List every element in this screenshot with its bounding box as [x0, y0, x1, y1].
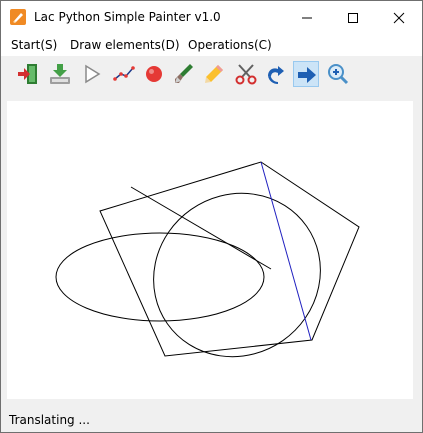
status-bar: Translating ...: [1, 408, 422, 432]
status-text: Translating ...: [9, 413, 90, 427]
rotate-arrow-icon: [268, 66, 284, 84]
exit-icon: [18, 64, 37, 84]
pencil-button[interactable]: [201, 61, 227, 87]
close-button[interactable]: [376, 1, 422, 34]
window-title: Lac Python Simple Painter v1.0: [34, 10, 221, 24]
selected-line-shape[interactable]: [260, 161, 312, 341]
toolbar: [1, 57, 422, 91]
app-window: Lac Python Simple Painter v1.0 Start(S) …: [0, 0, 423, 433]
move-right-arrow-icon: [298, 67, 316, 83]
circle-button[interactable]: [141, 61, 167, 87]
exit-button[interactable]: [15, 61, 41, 87]
brush-icon: [175, 64, 193, 83]
minimize-icon: [302, 17, 312, 19]
minimize-button[interactable]: [284, 1, 330, 34]
zoom-in-icon: [328, 64, 349, 85]
maximize-icon: [348, 13, 358, 23]
title-bar[interactable]: Lac Python Simple Painter v1.0: [1, 1, 422, 34]
rotate-button[interactable]: [263, 61, 289, 87]
save-button[interactable]: [47, 61, 73, 87]
cut-button[interactable]: [233, 61, 259, 87]
brush-button[interactable]: [171, 61, 197, 87]
play-triangle-icon: [85, 64, 101, 84]
save-download-icon: [50, 64, 70, 84]
tilted-ellipse-shape[interactable]: [121, 161, 352, 390]
menu-start[interactable]: Start(S): [11, 38, 57, 52]
canvas-drawing: [55, 161, 360, 390]
pencil-icon: [205, 65, 223, 83]
translate-button[interactable]: [293, 61, 319, 87]
menu-bar: Start(S) Draw elements(D) Operations(C): [1, 34, 422, 56]
scissors-icon: [235, 64, 257, 85]
polyline-button[interactable]: [111, 61, 137, 87]
red-circle-icon: [146, 66, 162, 82]
zoom-button[interactable]: [325, 61, 351, 87]
play-button[interactable]: [79, 61, 105, 87]
maximize-button[interactable]: [330, 1, 376, 34]
app-icon: [10, 9, 26, 25]
close-icon: [393, 12, 405, 24]
line-shape[interactable]: [130, 186, 272, 270]
menu-draw-elements[interactable]: Draw elements(D): [70, 38, 180, 52]
polyline-icon: [113, 66, 135, 81]
menu-operations[interactable]: Operations(C): [188, 38, 272, 52]
drawing-canvas[interactable]: [7, 101, 413, 399]
